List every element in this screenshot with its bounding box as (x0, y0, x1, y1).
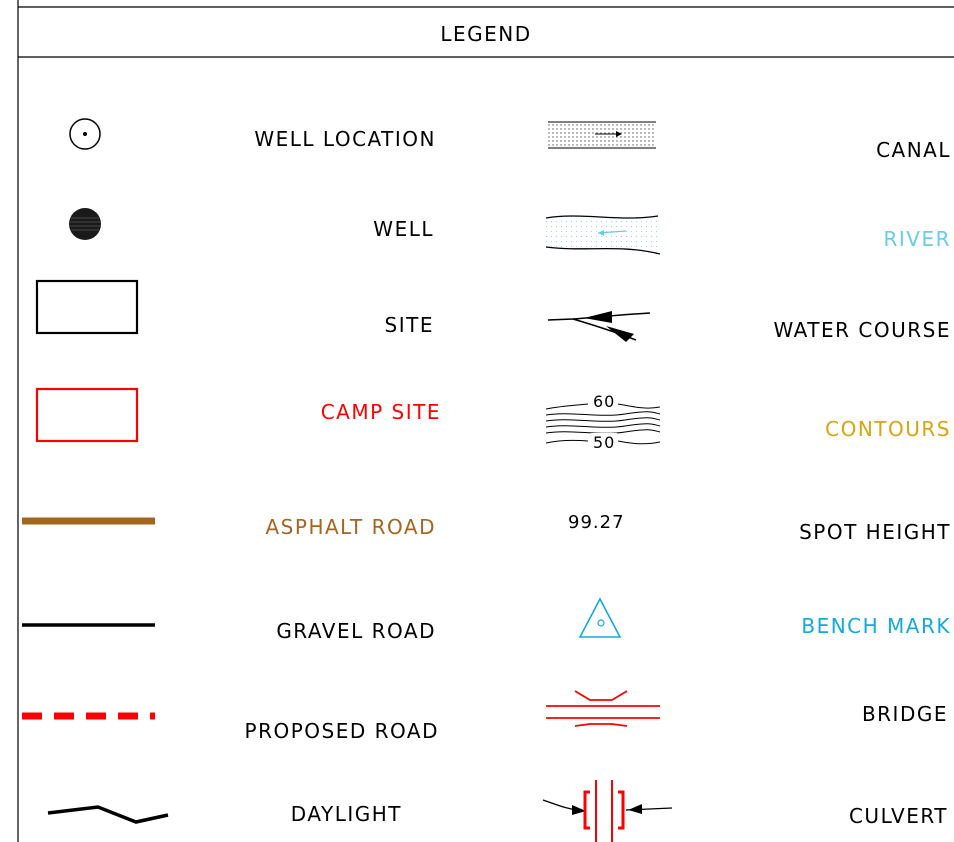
label-camp-site: CAMP SITE (320, 400, 441, 424)
label-canal: CANAL (876, 138, 951, 162)
label-spot-height: SPOT HEIGHT (799, 520, 951, 544)
label-culvert: CULVERT (848, 804, 948, 828)
well-location-icon (69, 118, 101, 150)
label-site: SITE (384, 313, 434, 337)
contour-label-lower: 50 (591, 433, 618, 452)
label-daylight: DAYLIGHT (290, 802, 402, 826)
site-icon (35, 279, 139, 335)
legend-drawing (17, 0, 954, 842)
label-contours: CONTOURS (825, 417, 951, 441)
water-course-icon (547, 311, 651, 342)
daylight-icon (47, 805, 169, 824)
bench-mark-icon (578, 597, 622, 638)
canal-icon (548, 121, 656, 149)
label-bridge: BRIDGE (861, 702, 948, 726)
label-proposed-road: PROPOSED ROAD (244, 719, 439, 743)
label-water-course: WATER COURSE (773, 318, 951, 342)
legend-title: LEGEND (440, 22, 532, 46)
bridge-icon (546, 690, 660, 727)
label-gravel-road: GRAVEL ROAD (276, 619, 436, 643)
river-icon (545, 215, 661, 255)
legend-frame (17, 0, 954, 842)
label-river: RIVER (883, 227, 951, 251)
well-icon (69, 208, 101, 240)
spot-height-value: 99.27 (568, 512, 625, 533)
label-well: WELL (373, 217, 434, 241)
contour-label-upper: 60 (591, 392, 618, 411)
label-well-location: WELL LOCATION (254, 127, 436, 151)
culvert-icon (542, 780, 673, 842)
label-asphalt-road: ASPHALT ROAD (265, 515, 436, 539)
label-bench-mark: BENCH MARK (801, 614, 951, 638)
camp-site-icon (35, 387, 139, 443)
